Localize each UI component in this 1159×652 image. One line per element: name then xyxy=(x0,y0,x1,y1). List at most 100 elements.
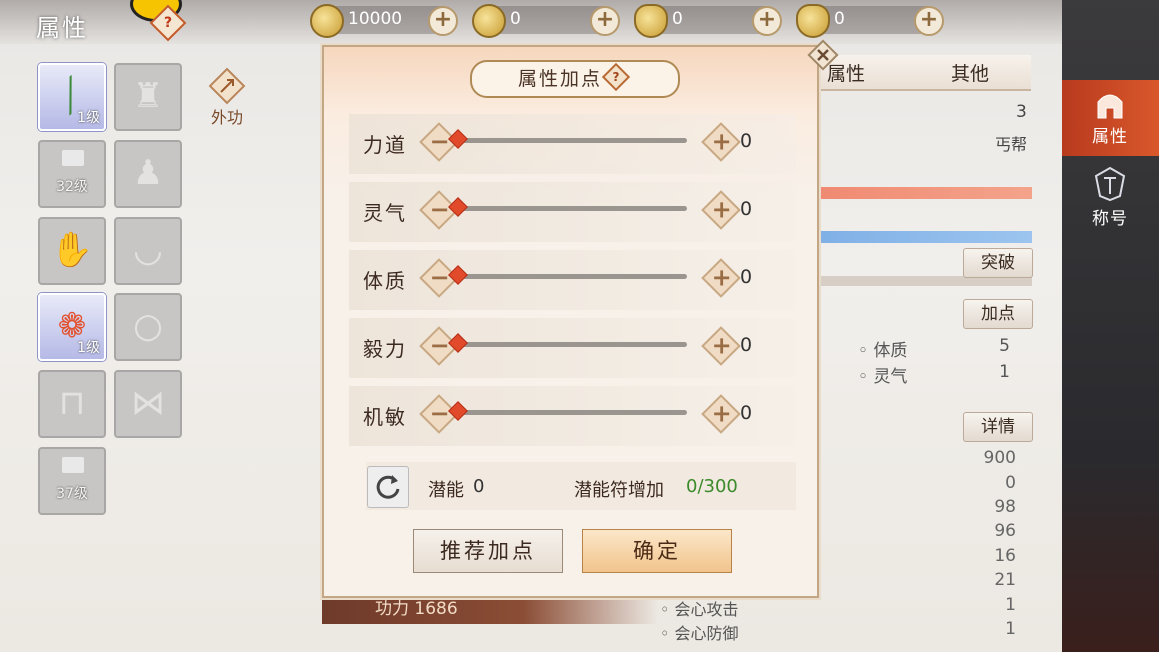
confirm-button[interactable]: 确定 xyxy=(582,529,732,573)
attr-value: 0 xyxy=(740,130,753,152)
gold-coin-icon xyxy=(472,4,506,38)
attr-row-constitution: 体质 − + 0 xyxy=(349,250,796,310)
equip-slot-ring[interactable]: ○ xyxy=(114,293,182,361)
resource-copper: 10000 + xyxy=(310,4,458,38)
breakthrough-button[interactable]: 突破 xyxy=(963,248,1033,278)
equip-slot-weapon[interactable]: ⟋ 1级 xyxy=(38,63,106,131)
gold-ingot-value: 0 xyxy=(834,9,845,29)
attr-slider-track[interactable] xyxy=(455,342,687,347)
page-title: 属性 xyxy=(36,14,88,42)
external-skill-icon[interactable] xyxy=(207,66,247,106)
ring-icon: ○ xyxy=(133,306,163,346)
reset-button[interactable] xyxy=(367,466,409,508)
rune-bonus-label: 潜能符增加 xyxy=(574,480,664,501)
gold-ingot-icon xyxy=(796,4,830,38)
attr-row-strength: 力道 − + 0 xyxy=(349,114,796,174)
equip-slot-locked-37[interactable]: 37级 xyxy=(38,447,106,515)
gold-coin-value: 0 xyxy=(510,9,521,29)
refresh-icon xyxy=(376,475,400,499)
stat-number: 21 xyxy=(994,570,1016,590)
side-nav-item-titles[interactable]: 称号 xyxy=(1062,162,1159,232)
equip-slot-boots[interactable]: ⊓ xyxy=(38,370,106,438)
details-button[interactable]: 详情 xyxy=(963,412,1033,442)
attr-slider-track[interactable] xyxy=(455,138,687,143)
stat-row: ◦ 灵气 1 xyxy=(858,362,1018,387)
bound-ingot-value: 0 xyxy=(672,9,683,29)
copper-value: 10000 xyxy=(348,9,403,29)
boots-icon: ⊓ xyxy=(58,383,86,423)
gloves-icon: ✋ xyxy=(50,230,94,270)
stat-number: 900 xyxy=(983,448,1016,468)
recommend-points-button[interactable]: 推荐加点 xyxy=(413,529,563,573)
slot-level: 32级 xyxy=(56,179,88,195)
slot-level: 1级 xyxy=(77,340,100,356)
attr-label: 机敏 xyxy=(363,405,407,429)
rune-bonus-value: 0/300 xyxy=(686,476,738,497)
attr-value: 0 xyxy=(740,402,753,424)
increase-button[interactable]: + xyxy=(701,190,741,230)
stat-number: 98 xyxy=(994,497,1016,517)
necklace-icon: ◡ xyxy=(133,230,163,270)
attr-value: 0 xyxy=(740,266,753,288)
equip-slot-ring-gem[interactable]: ❁ 1级 xyxy=(38,293,106,361)
hp-bar xyxy=(818,187,1032,199)
emblem-icon xyxy=(1090,166,1130,202)
helmet-icon xyxy=(1092,88,1128,120)
resource-bound-ingot: 0 + xyxy=(634,4,782,38)
weapon-icon: ⟋ xyxy=(45,69,97,123)
attr-label: 灵气 xyxy=(363,201,407,225)
crit-defense-row: ◦ 会心防御 xyxy=(660,624,739,643)
potential-value: 0 xyxy=(473,476,485,497)
mp-bar xyxy=(818,231,1032,243)
side-nav-label: 属性 xyxy=(1092,127,1128,147)
stat-row: ◦ 体质 5 xyxy=(858,336,1018,361)
potential-label: 潜能 xyxy=(428,480,464,501)
locked-chest-icon xyxy=(62,457,84,473)
stat-number: 16 xyxy=(994,546,1016,566)
stat-number: 96 xyxy=(994,521,1016,541)
attr-row-agility: 机敏 − + 0 xyxy=(349,386,796,446)
stat-value: 1 xyxy=(999,362,1010,382)
slot-level: 37级 xyxy=(56,486,88,502)
add-bound-ingot-button[interactable]: + xyxy=(752,6,782,36)
resource-gold-coin: 0 + xyxy=(472,4,620,38)
increase-button[interactable]: + xyxy=(701,326,741,366)
attr-slider-track[interactable] xyxy=(455,274,687,279)
level-value: 3 xyxy=(1016,102,1027,122)
attr-slider-track[interactable] xyxy=(455,410,687,415)
dialog-title: 属性加点 xyxy=(518,68,603,90)
add-copper-button[interactable]: + xyxy=(428,6,458,36)
increase-button[interactable]: + xyxy=(701,394,741,434)
equip-slot-belt[interactable]: ⋈ xyxy=(114,370,182,438)
attr-row-spirit: 灵气 − + 0 xyxy=(349,182,796,242)
increase-button[interactable]: + xyxy=(701,258,741,298)
crit-attack-row: ◦ 会心攻击 xyxy=(660,600,739,619)
attr-slider-track[interactable] xyxy=(455,206,687,211)
side-nav-label: 称号 xyxy=(1092,209,1128,229)
resource-gold-ingot: 0 + xyxy=(796,4,944,38)
helmet-icon: ♜ xyxy=(132,76,164,116)
side-nav-item-attributes[interactable]: 属性 xyxy=(1062,80,1159,156)
equip-slot-locked-32[interactable]: 32级 xyxy=(38,140,106,208)
stat-value: 5 xyxy=(999,336,1010,356)
add-gold-coin-button[interactable]: + xyxy=(590,6,620,36)
stat-name: ◦ 灵气 xyxy=(858,367,908,387)
add-points-button[interactable]: 加点 xyxy=(963,299,1033,329)
armor-icon: ♟ xyxy=(132,153,164,193)
stat-number: 1 xyxy=(1005,595,1016,615)
equip-slot-armor[interactable]: ♟ xyxy=(114,140,182,208)
bound-ingot-icon xyxy=(634,4,668,38)
equip-slot-gloves[interactable]: ✋ xyxy=(38,217,106,285)
slot-level: 1级 xyxy=(77,110,100,126)
attr-value: 0 xyxy=(740,198,753,220)
dialog-close-icon[interactable] xyxy=(806,38,840,72)
stat-number: 1 xyxy=(1005,619,1016,639)
locked-chest-icon xyxy=(62,150,84,166)
equip-slot-necklace[interactable]: ◡ xyxy=(114,217,182,285)
tab-other[interactable]: 其他 xyxy=(951,59,989,86)
stat-number: 0 xyxy=(1005,473,1016,493)
increase-button[interactable]: + xyxy=(701,122,741,162)
add-gold-ingot-button[interactable]: + xyxy=(914,6,944,36)
belt-icon: ⋈ xyxy=(131,383,165,423)
equip-slot-helmet[interactable]: ♜ xyxy=(114,63,182,131)
